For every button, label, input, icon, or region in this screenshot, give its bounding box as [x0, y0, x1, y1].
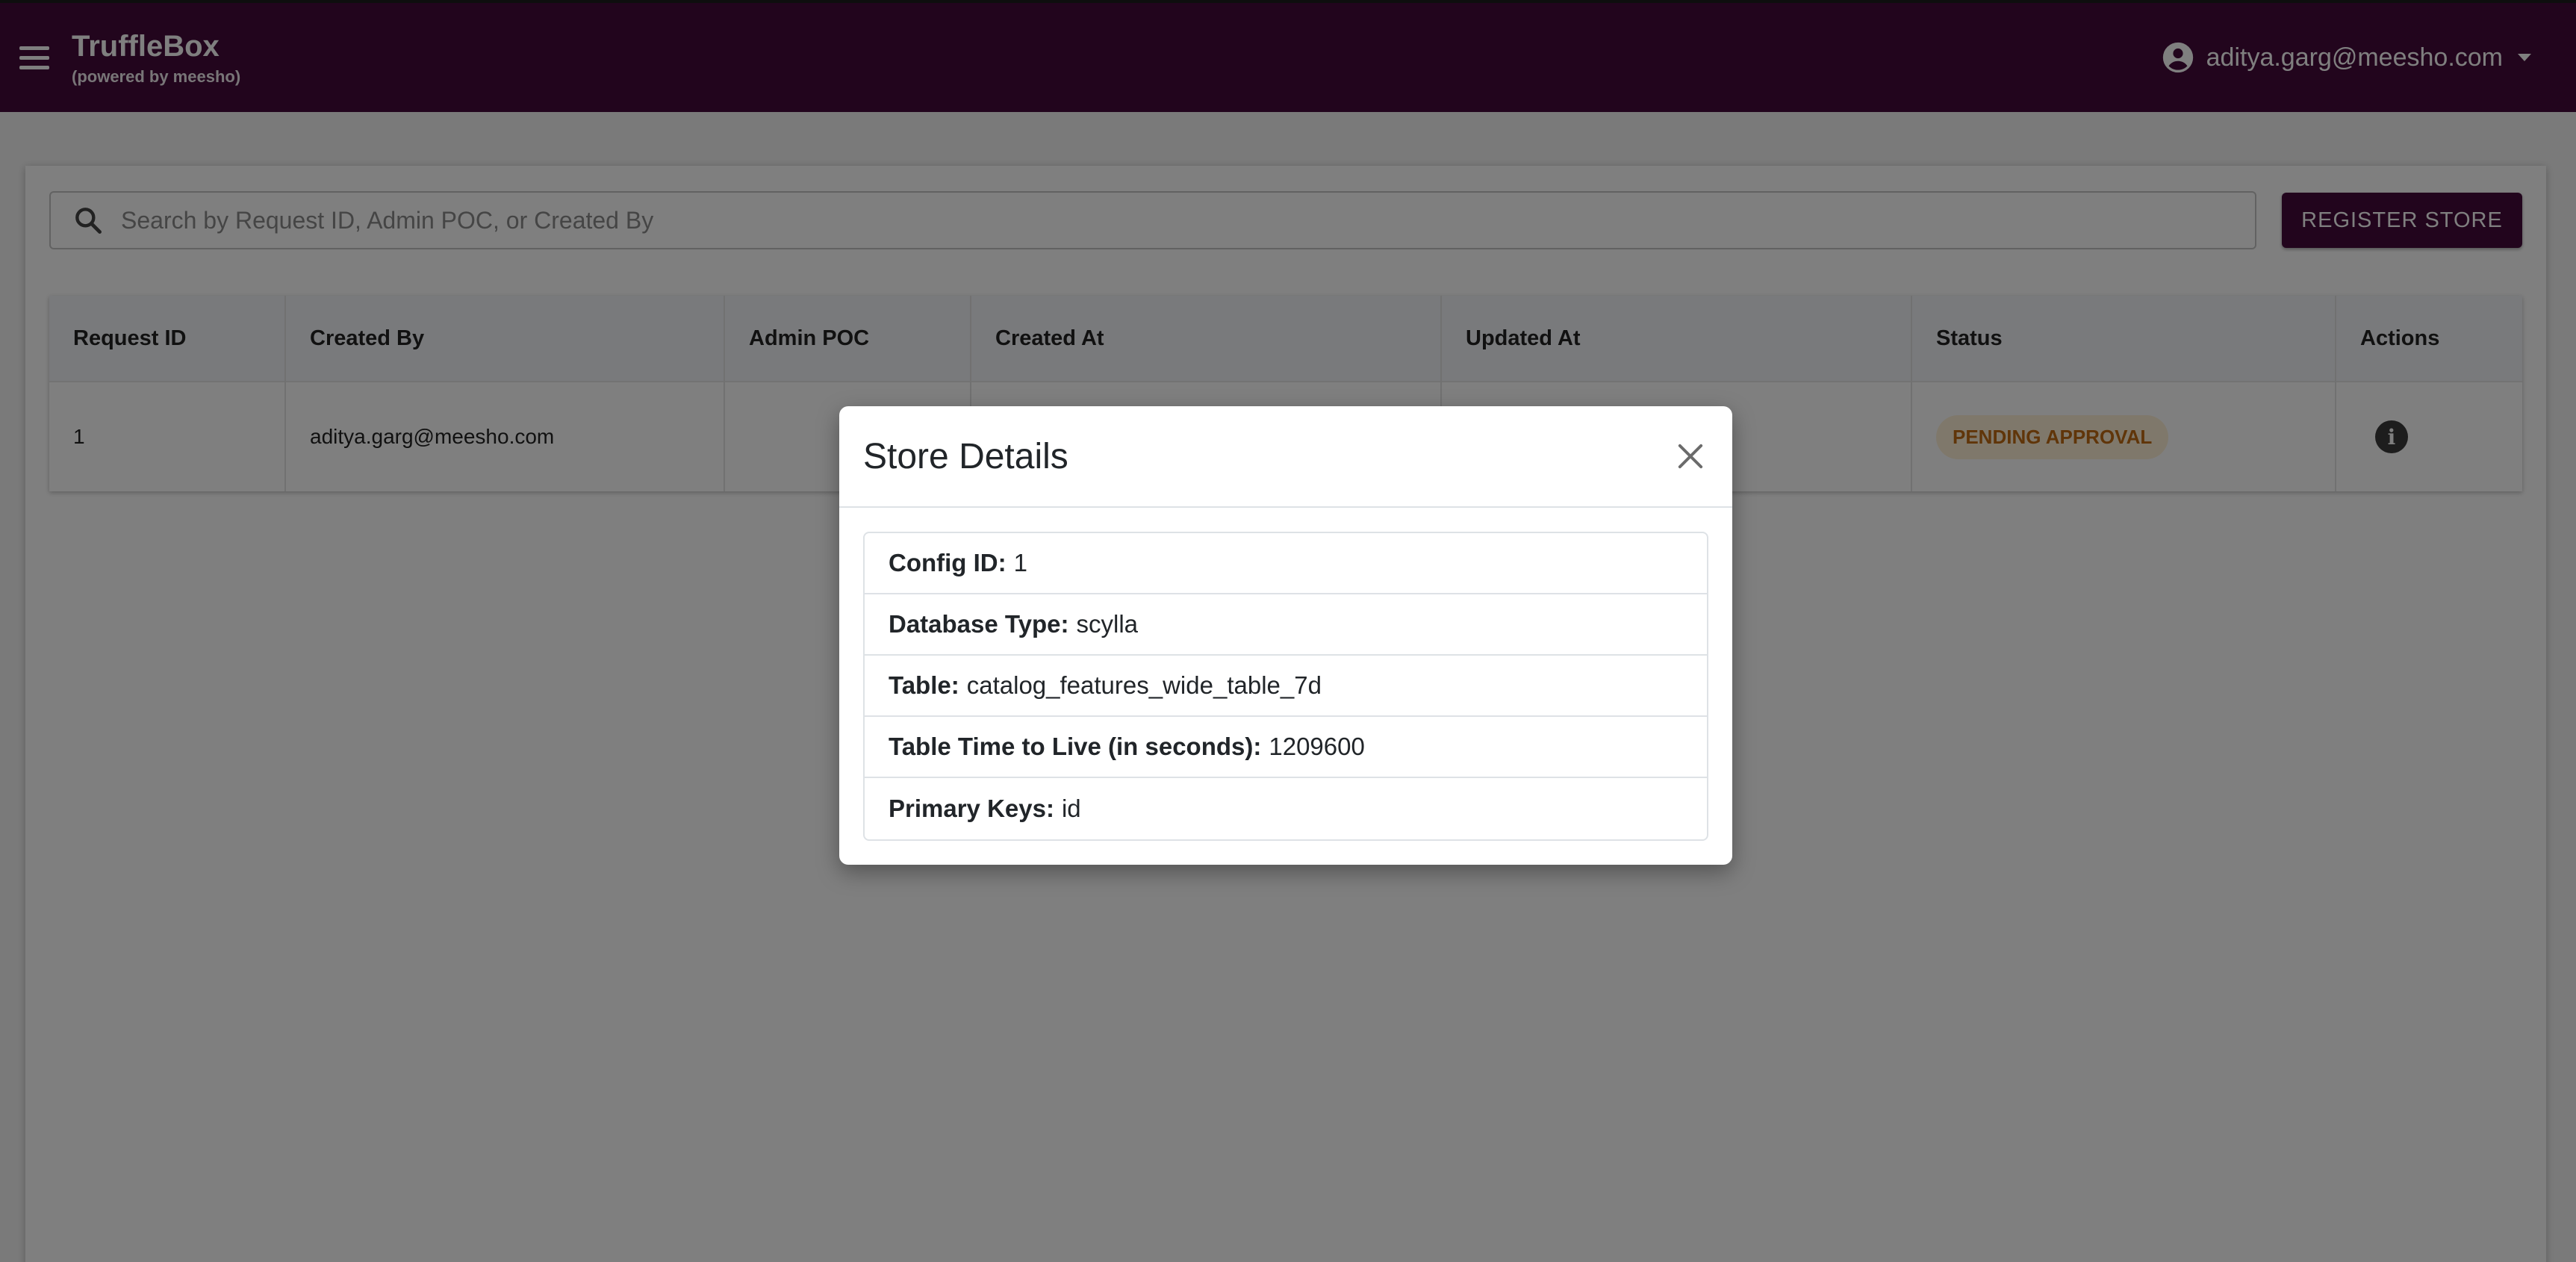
page: TruffleBox (powered by meesho) aditya.ga… [0, 0, 2576, 1262]
detail-label: Table Time to Live (in seconds): [889, 733, 1262, 760]
store-details-modal: Store Details Config ID: 1 Database Type… [839, 406, 1732, 865]
detail-label: Primary Keys: [889, 795, 1054, 822]
detail-ttl: Table Time to Live (in seconds): 1209600 [865, 717, 1707, 778]
detail-label: Config ID: [889, 549, 1007, 576]
detail-value: catalog_features_wide_table_7d [966, 671, 1322, 699]
detail-value: scylla [1076, 610, 1139, 638]
detail-table: Table: catalog_features_wide_table_7d [865, 656, 1707, 717]
detail-label: Database Type: [889, 610, 1069, 638]
detail-value: id [1061, 795, 1081, 822]
detail-config-id: Config ID: 1 [865, 533, 1707, 594]
detail-database-type: Database Type: scylla [865, 594, 1707, 656]
detail-value: 1209600 [1269, 733, 1365, 760]
detail-value: 1 [1013, 549, 1027, 576]
detail-primary-keys: Primary Keys: id [865, 778, 1707, 839]
detail-list: Config ID: 1 Database Type: scylla Table… [863, 532, 1708, 841]
modal-body: Config ID: 1 Database Type: scylla Table… [839, 508, 1732, 865]
modal-title: Store Details [863, 436, 1068, 476]
detail-label: Table: [889, 671, 959, 699]
close-icon[interactable] [1673, 438, 1708, 474]
modal-header: Store Details [839, 406, 1732, 508]
